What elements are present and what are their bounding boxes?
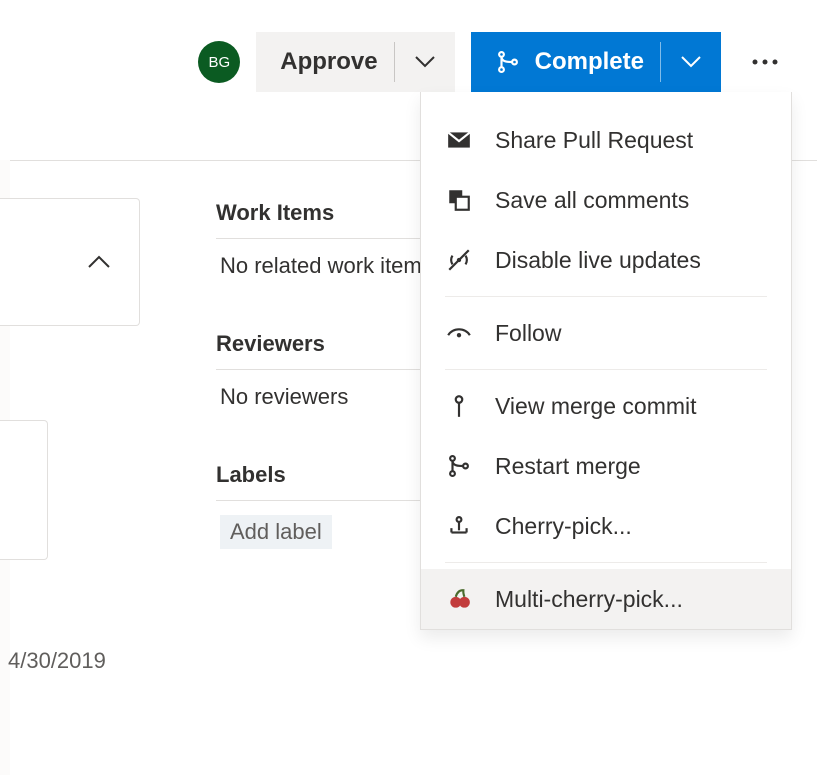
menu-item-follow[interactable]: Follow — [421, 303, 791, 363]
complete-label: Complete — [535, 48, 644, 76]
chevron-up-icon — [87, 255, 111, 269]
save-icon — [445, 186, 473, 214]
approve-main[interactable]: Approve — [256, 32, 393, 92]
card-fragment — [0, 420, 48, 560]
multi-cherry-icon — [445, 585, 473, 613]
menu-item-save-all-comments[interactable]: Save all comments — [421, 170, 791, 230]
merge-icon — [445, 452, 473, 480]
eye-icon — [445, 319, 473, 347]
menu-item-label: Share Pull Request — [495, 127, 767, 154]
menu-item-label: Save all comments — [495, 187, 767, 214]
complete-button[interactable]: Complete — [471, 32, 721, 92]
chevron-down-icon — [681, 56, 701, 68]
avatar-initials: BG — [208, 54, 230, 71]
cherry-pick-icon — [445, 512, 473, 540]
complete-dropdown[interactable] — [661, 32, 721, 92]
mail-icon — [445, 126, 473, 154]
more-actions-button[interactable] — [737, 32, 793, 92]
menu-item-label: View merge commit — [495, 393, 767, 420]
add-label-input[interactable]: Add label — [220, 515, 332, 549]
menu-item-label: Restart merge — [495, 453, 767, 480]
approve-label: Approve — [280, 48, 377, 76]
menu-item-view-merge-commit[interactable]: View merge commit — [421, 376, 791, 436]
avatar[interactable]: BG — [198, 41, 240, 83]
approve-dropdown[interactable] — [395, 32, 455, 92]
ellipsis-icon — [751, 58, 779, 66]
menu-item-cherry-pick[interactable]: Cherry-pick... — [421, 496, 791, 556]
approve-button[interactable]: Approve — [256, 32, 454, 92]
menu-item-label: Cherry-pick... — [495, 513, 767, 540]
commit-icon — [445, 392, 473, 420]
collapse-card[interactable] — [0, 198, 140, 326]
menu-item-restart-merge[interactable]: Restart merge — [421, 436, 791, 496]
menu-separator — [445, 369, 767, 370]
menu-item-disable-live-updates[interactable]: Disable live updates — [421, 230, 791, 290]
menu-item-label: Follow — [495, 320, 767, 347]
live-off-icon — [445, 246, 473, 274]
menu-item-label: Disable live updates — [495, 247, 767, 274]
actions-menu: Share Pull Request Save all comments Disab… — [420, 92, 792, 630]
chevron-down-icon — [415, 56, 435, 68]
menu-item-multi-cherry-pick[interactable]: Multi-cherry-pick... — [421, 569, 791, 629]
menu-separator — [445, 562, 767, 563]
toolbar: BG Approve Complete — [198, 32, 793, 92]
menu-separator — [445, 296, 767, 297]
date-text: 4/30/2019 — [8, 648, 106, 674]
menu-item-share-pull-request[interactable]: Share Pull Request — [421, 110, 791, 170]
menu-item-label: Multi-cherry-pick... — [495, 586, 767, 613]
complete-main[interactable]: Complete — [471, 32, 660, 92]
merge-icon — [495, 49, 521, 75]
